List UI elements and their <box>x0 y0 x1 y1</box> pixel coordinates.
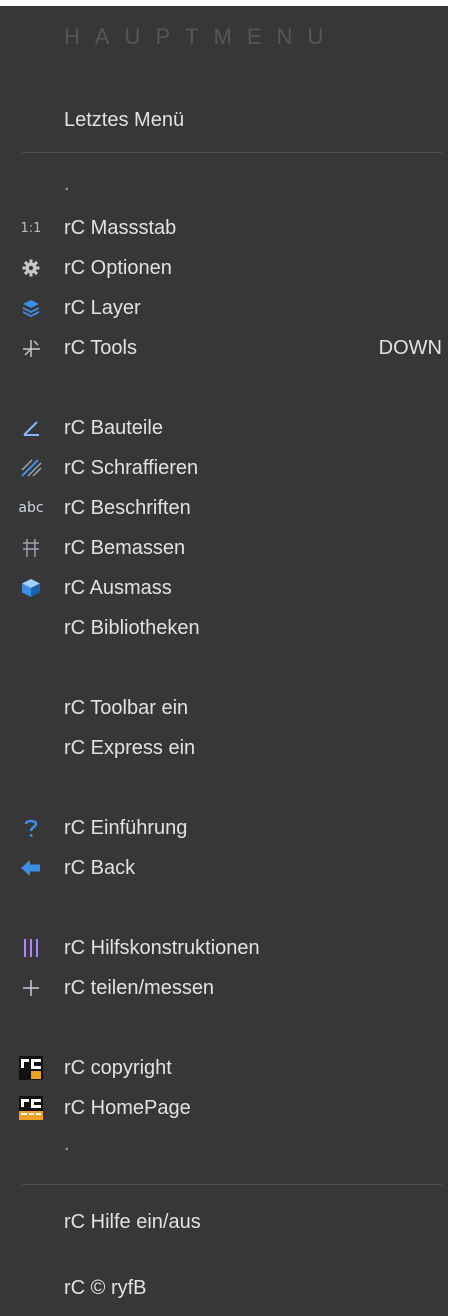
menu-item-label: rC Schraffieren <box>64 456 199 479</box>
cube-icon <box>18 575 44 601</box>
menu-item-massstab[interactable]: 1:1 rC Massstab <box>0 210 448 246</box>
menu-item-label: rC Ausmass <box>64 576 172 599</box>
menu-item-hilfe-ein-aus[interactable]: rC Hilfe ein/aus <box>0 1204 448 1240</box>
menu-item-layer[interactable]: rC Layer <box>0 290 448 326</box>
menu-item-label: rC Optionen <box>64 256 172 279</box>
menu-item-label: rC Bibliotheken <box>64 616 200 639</box>
menu-item-label: rC Express ein <box>64 736 196 759</box>
menu-item-label: rC Tools <box>64 336 137 359</box>
dot-placeholder: . <box>64 173 70 195</box>
rc-web-logo-icon <box>18 1095 44 1121</box>
shortcut-label: DOWN <box>378 336 442 359</box>
menu-item-hilfskonstruktionen[interactable]: rC Hilfskonstruktionen <box>0 930 448 966</box>
tools-icon <box>18 335 44 361</box>
menu-item-bemassen[interactable]: rC Bemassen <box>0 530 448 566</box>
menu-item-label: rC Bemassen <box>64 536 186 559</box>
main-menu: HAUPTMENU Letztes Menü . 1:1 rC Massstab <box>0 6 448 1316</box>
menu-item-label: rC © ryfB <box>64 1276 147 1299</box>
menu-item-label: rC Beschriften <box>64 496 191 519</box>
menu-item-teilen-messen[interactable]: rC teilen/messen <box>0 970 448 1006</box>
question-icon <box>18 815 44 841</box>
text-abc-icon: abc <box>18 500 44 516</box>
wall-icon <box>18 415 44 441</box>
vertical-lines-icon <box>18 935 44 961</box>
hatch-icon <box>18 455 44 481</box>
scale-1-1-icon: 1:1 <box>20 220 42 236</box>
dot-placeholder: . <box>64 1133 70 1155</box>
gear-icon <box>18 255 44 281</box>
plus-icon <box>18 975 44 1001</box>
menu-item-label: rC Hilfe ein/aus <box>64 1210 201 1233</box>
menu-item-tools[interactable]: rC Tools DOWN <box>0 330 448 366</box>
menu-item-toolbar-ein[interactable]: rC Toolbar ein <box>0 690 448 726</box>
dimension-icon <box>18 535 44 561</box>
back-arrow-icon <box>18 855 44 881</box>
menu-item-homepage[interactable]: rC HomePage <box>0 1090 448 1126</box>
menu-item-schraffieren[interactable]: rC Schraffieren <box>0 450 448 486</box>
menu-title: HAUPTMENU <box>64 24 339 49</box>
menu-item-label: rC Back <box>64 856 136 879</box>
layers-icon <box>18 295 44 321</box>
rc-logo-icon <box>18 1055 44 1081</box>
menu-item-ausmass[interactable]: rC Ausmass <box>0 570 448 606</box>
menu-item-copyright-ryfb[interactable]: rC © ryfB <box>0 1270 448 1306</box>
menu-item-label: rC teilen/messen <box>64 976 215 999</box>
menu-item-bibliotheken[interactable]: rC Bibliotheken <box>0 610 448 646</box>
menu-item-express-ein[interactable]: rC Express ein <box>0 730 448 766</box>
menu-item-label: rC Hilfskonstruktionen <box>64 936 260 959</box>
menu-item-label: rC Einführung <box>64 816 188 839</box>
menu-item-einfuehrung[interactable]: rC Einführung <box>0 810 448 846</box>
menu-item-beschriften[interactable]: abc rC Beschriften <box>0 490 448 526</box>
menu-item-label: rC Toolbar ein <box>64 696 189 719</box>
menu-item-last-menu[interactable]: Letztes Menü <box>0 102 448 138</box>
menu-item-bauteile[interactable]: rC Bauteile <box>0 410 448 446</box>
menu-item-label: rC Layer <box>64 296 141 319</box>
menu-item-label: rC Bauteile <box>64 416 163 439</box>
menu-item-optionen[interactable]: rC Optionen <box>0 250 448 286</box>
menu-item-label: rC Massstab <box>64 216 177 239</box>
separator <box>22 1184 442 1185</box>
separator <box>22 152 442 153</box>
menu-item-back[interactable]: rC Back <box>0 850 448 886</box>
menu-item-copyright[interactable]: rC copyright <box>0 1050 448 1086</box>
menu-item-label: Letztes Menü <box>64 108 185 131</box>
menu-item-label: rC copyright <box>64 1056 172 1079</box>
menu-item-label: rC HomePage <box>64 1096 191 1119</box>
